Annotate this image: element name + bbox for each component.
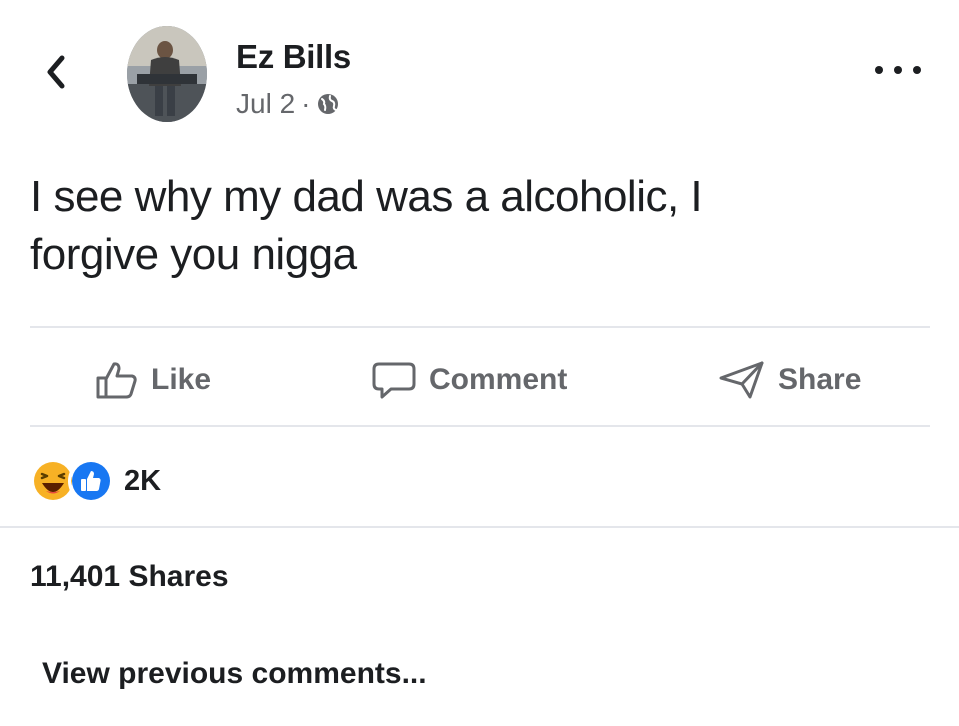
more-dot xyxy=(894,66,902,74)
reactions-summary[interactable]: 2K xyxy=(30,458,161,504)
like-reaction-icon xyxy=(68,458,114,504)
meta-separator: · xyxy=(301,88,311,119)
shares-count[interactable]: 11,401 Shares xyxy=(30,560,229,594)
author-name[interactable]: Ez Bills xyxy=(236,38,351,76)
share-button[interactable]: Share xyxy=(718,355,861,405)
divider-top xyxy=(30,326,930,328)
reaction-count: 2K xyxy=(124,464,162,497)
comment-icon xyxy=(372,362,416,399)
more-dot xyxy=(913,66,921,74)
divider-actions xyxy=(30,425,930,427)
more-dot xyxy=(875,66,883,74)
view-previous-comments-link[interactable]: View previous comments... xyxy=(42,657,427,691)
back-button[interactable] xyxy=(36,52,76,92)
comment-label: Comment xyxy=(429,363,568,396)
post-meta: Jul 2 · xyxy=(236,88,340,120)
share-icon xyxy=(719,361,764,399)
facebook-post-screen: Ez Bills Jul 2 · I see why my dad was a … xyxy=(0,0,959,726)
post-text: I see why my dad was a alcoholic, I forg… xyxy=(30,168,930,284)
comment-button[interactable]: Comment xyxy=(371,355,567,405)
share-label: Share xyxy=(778,363,862,396)
post-date[interactable]: Jul 2 xyxy=(236,88,295,120)
post-text-line: forgive you nigga xyxy=(30,230,357,279)
globe-icon xyxy=(318,94,339,114)
divider-reactions xyxy=(0,526,959,528)
like-button[interactable]: Like xyxy=(95,355,211,405)
thumbs-up-icon xyxy=(96,362,137,399)
chevron-left-icon xyxy=(47,55,65,89)
like-label: Like xyxy=(151,363,212,396)
avatar[interactable] xyxy=(127,26,207,122)
avatar-photo xyxy=(127,26,207,122)
post-text-line: I see why my dad was a alcoholic, I xyxy=(30,172,703,221)
more-options-button[interactable] xyxy=(875,60,921,80)
